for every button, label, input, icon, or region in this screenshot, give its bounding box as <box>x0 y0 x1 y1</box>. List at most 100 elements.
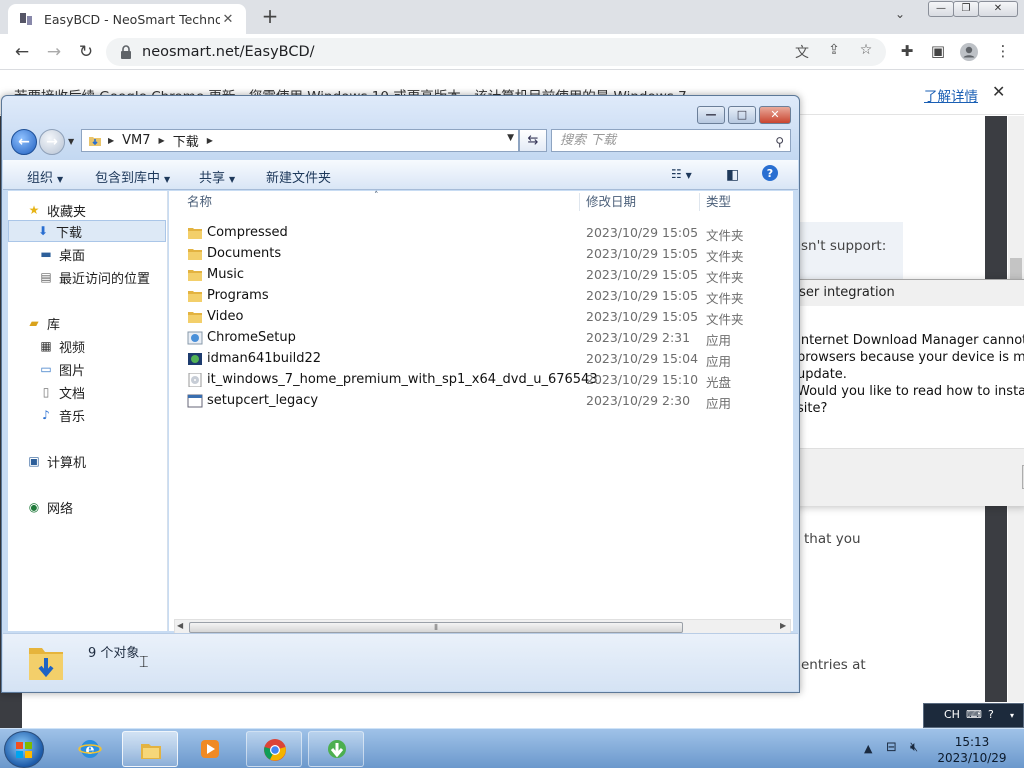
nav-network[interactable]: ◉ 网络 <box>26 496 186 518</box>
file-type: 文件夹 <box>706 249 744 264</box>
address-bar[interactable]: neosmart.net/EasyBCD/ <box>106 38 886 66</box>
extensions-puzzle-icon[interactable]: ✚ <box>896 42 918 64</box>
file-name: it_windows_7_home_premium_with_sp1_x64_d… <box>207 372 598 387</box>
desktop-icon: ▬ <box>40 247 52 261</box>
breadcrumb-separator-icon[interactable]: ▶ <box>207 136 213 145</box>
system-clock[interactable]: 15:13 2023/10/29 <box>936 734 1008 766</box>
nav-downloads[interactable]: ⬇ 下载 <box>8 220 166 242</box>
nav-computer[interactable]: ▣ 计算机 <box>26 450 186 472</box>
side-panel-icon[interactable]: ▣ <box>927 42 949 64</box>
file-date: 2023/10/29 2:31 <box>586 330 691 345</box>
include-library-menu[interactable]: 包含到库中 ▼ <box>95 167 170 186</box>
column-header-date[interactable]: 修改日期 <box>586 191 636 213</box>
file-row[interactable]: it_windows_7_home_premium_with_sp1_x64_d… <box>169 370 793 391</box>
explorer-address-bar[interactable]: ▶ VM7 ▶ 下载 ▶ ▼ <box>81 129 519 152</box>
file-date: 2023/10/29 15:05 <box>586 246 699 261</box>
taskbar-idm[interactable] <box>308 731 364 767</box>
file-row[interactable]: Programs 2023/10/29 15:05 文件夹 <box>169 286 793 307</box>
language-indicator[interactable]: CH <box>944 708 960 721</box>
explorer-forward-arrow-icon[interactable]: → <box>39 129 65 155</box>
show-hidden-icons-icon[interactable]: ▲ <box>864 742 872 755</box>
taskbar-media-player[interactable] <box>182 731 238 767</box>
column-header-name[interactable]: 名称 <box>187 191 212 213</box>
column-divider[interactable] <box>579 193 580 211</box>
organize-menu[interactable]: 组织 ▼ <box>27 167 63 186</box>
address-history-chevron-icon[interactable]: ▼ <box>507 133 514 143</box>
file-row[interactable]: Video 2023/10/29 15:05 文件夹 <box>169 307 793 328</box>
column-header-type[interactable]: 类型 <box>706 191 731 213</box>
taskbar-chrome[interactable] <box>246 731 302 767</box>
taskbar-file-explorer[interactable] <box>122 731 178 767</box>
language-bar[interactable]: CH ⌨ ? ▾ <box>923 703 1024 728</box>
scroll-left-icon[interactable]: ◀ <box>177 621 183 630</box>
new-tab-button[interactable]: + <box>258 5 282 29</box>
chevron-down-icon: ▼ <box>164 175 171 184</box>
explorer-file-list: 名称 ˄ 修改日期 类型 Compressed 2023/10/29 15:05 文… <box>169 191 793 631</box>
explorer-maximize-button[interactable]: □ <box>728 106 756 124</box>
help-icon[interactable]: ? <box>761 164 779 186</box>
tab-easybcd[interactable]: EasyBCD - NeoSmart Technolo ✕ <box>8 4 246 34</box>
column-divider[interactable] <box>699 193 700 211</box>
share-menu[interactable]: 共享 ▼ <box>199 167 235 186</box>
file-row[interactable]: Documents 2023/10/29 15:05 文件夹 <box>169 244 793 265</box>
volume-muted-icon[interactable]: 🔇︎ <box>910 740 918 755</box>
search-icon[interactable]: ⚲ <box>775 132 784 153</box>
tab-search-chevron-icon[interactable]: ⌄ <box>895 7 905 21</box>
taskbar-internet-explorer[interactable]: e <box>62 731 118 767</box>
explorer-close-button[interactable]: ✕ <box>759 106 791 124</box>
breadcrumb-vm7[interactable]: VM7 <box>122 133 150 148</box>
computer-icon: ▣ <box>28 454 40 468</box>
explorer-back-arrow-icon[interactable]: ← <box>11 129 37 155</box>
network-icon: ◉ <box>28 500 40 514</box>
chrome-menu-icon[interactable]: ⋮ <box>992 42 1014 64</box>
chrome-icon <box>264 739 286 761</box>
breadcrumb-downloads[interactable]: 下载 <box>173 131 199 150</box>
file-row[interactable]: setupcert_legacy 2023/10/29 2:30 应用 <box>169 391 793 412</box>
file-row[interactable]: ChromeSetup 2023/10/29 2:31 应用 <box>169 328 793 349</box>
star-icon: ★ <box>28 203 40 217</box>
profile-avatar-icon[interactable] <box>958 42 980 64</box>
language-help-icon[interactable]: ? <box>988 708 994 721</box>
explorer-refresh-icon[interactable]: ⇆ <box>519 129 547 152</box>
translate-icon[interactable]: ⽂ <box>793 42 811 61</box>
network-tray-icon[interactable]: ⊟ <box>886 740 897 755</box>
preview-pane-icon[interactable]: ◧ <box>726 167 739 183</box>
breadcrumb-separator-icon[interactable]: ▶ <box>159 136 165 145</box>
infobar-close-icon[interactable]: ✕ <box>992 82 1005 101</box>
explorer-minimize-button[interactable]: — <box>697 106 725 124</box>
tab-close-icon[interactable]: ✕ <box>220 12 236 27</box>
file-row[interactable]: Music 2023/10/29 15:05 文件夹 <box>169 265 793 286</box>
download-folder-icon: ⬇ <box>37 224 49 238</box>
nav-favorites[interactable]: ★ 收藏夹 <box>26 199 186 221</box>
keyboard-icon[interactable]: ⌨ <box>966 708 982 721</box>
include-library-label: 包含到库中 <box>95 171 161 186</box>
horizontal-scrollbar-thumb[interactable]: ⦀ <box>189 622 683 633</box>
iso-file-icon <box>187 372 203 388</box>
back-arrow-icon[interactable]: ← <box>10 40 34 64</box>
nav-label: 视频 <box>59 340 86 356</box>
new-folder-button[interactable]: 新建文件夹 <box>266 167 331 186</box>
forward-arrow-icon[interactable]: → <box>42 40 66 64</box>
idm-dialog-message: Internet Download Manager cannot tur bro… <box>797 333 1024 416</box>
nav-libraries[interactable]: ▰ 库 <box>26 312 186 334</box>
reload-icon[interactable]: ↻ <box>74 40 98 64</box>
bookmark-star-icon[interactable]: ☆ <box>857 42 875 60</box>
recent-pages-chevron-icon[interactable]: ▼ <box>68 137 74 146</box>
music-library-icon: ♪ <box>42 408 50 422</box>
restore-button[interactable]: ❐ <box>953 1 979 17</box>
scroll-right-icon[interactable]: ▶ <box>780 621 786 630</box>
share-icon[interactable]: ⇪ <box>825 42 843 60</box>
view-options-icon[interactable]: ☷ ▼ <box>671 167 692 181</box>
infobar-learn-more-link[interactable]: 了解详情 <box>924 85 978 105</box>
breadcrumb-separator-icon[interactable]: ▶ <box>108 136 114 145</box>
page-text-fragment: entries at <box>801 657 866 673</box>
file-row[interactable]: idman641build22 2023/10/29 15:04 应用 <box>169 349 793 370</box>
minimize-button[interactable]: — <box>928 1 954 17</box>
file-row[interactable]: Compressed 2023/10/29 15:05 文件夹 <box>169 223 793 244</box>
explorer-search-input[interactable]: 搜索 下载 ⚲ <box>551 129 791 152</box>
folder-file-icon <box>187 289 203 303</box>
start-button[interactable] <box>4 731 44 768</box>
language-bar-options-icon[interactable]: ▾ <box>1010 711 1014 720</box>
explorer-window: — □ ✕ ← → ▼ ▶ VM7 ▶ 下载 ▶ ▼ ⇆ 搜索 下载 ⚲ 组织 ▼… <box>1 95 800 693</box>
close-window-button[interactable]: ✕ <box>978 1 1018 17</box>
